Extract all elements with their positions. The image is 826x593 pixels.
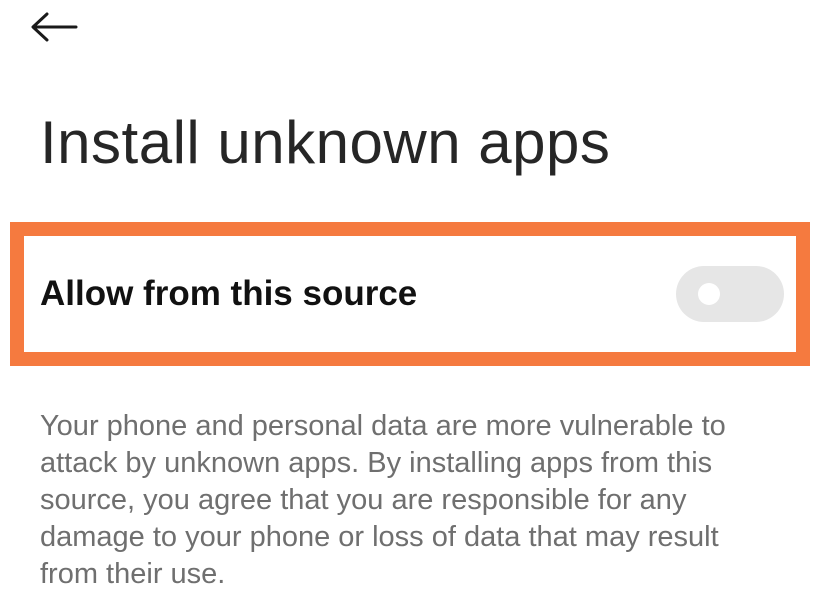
warning-description: Your phone and personal data are more vu… [40, 410, 726, 590]
page-title: Install unknown apps [40, 109, 611, 176]
allow-from-source-label: Allow from this source [40, 274, 418, 313]
arrow-left-icon [30, 12, 78, 42]
allow-from-source-row[interactable]: Allow from this source [24, 236, 796, 352]
allow-from-source-toggle[interactable] [676, 266, 784, 322]
back-button[interactable] [30, 4, 94, 50]
toggle-knob [698, 283, 720, 305]
